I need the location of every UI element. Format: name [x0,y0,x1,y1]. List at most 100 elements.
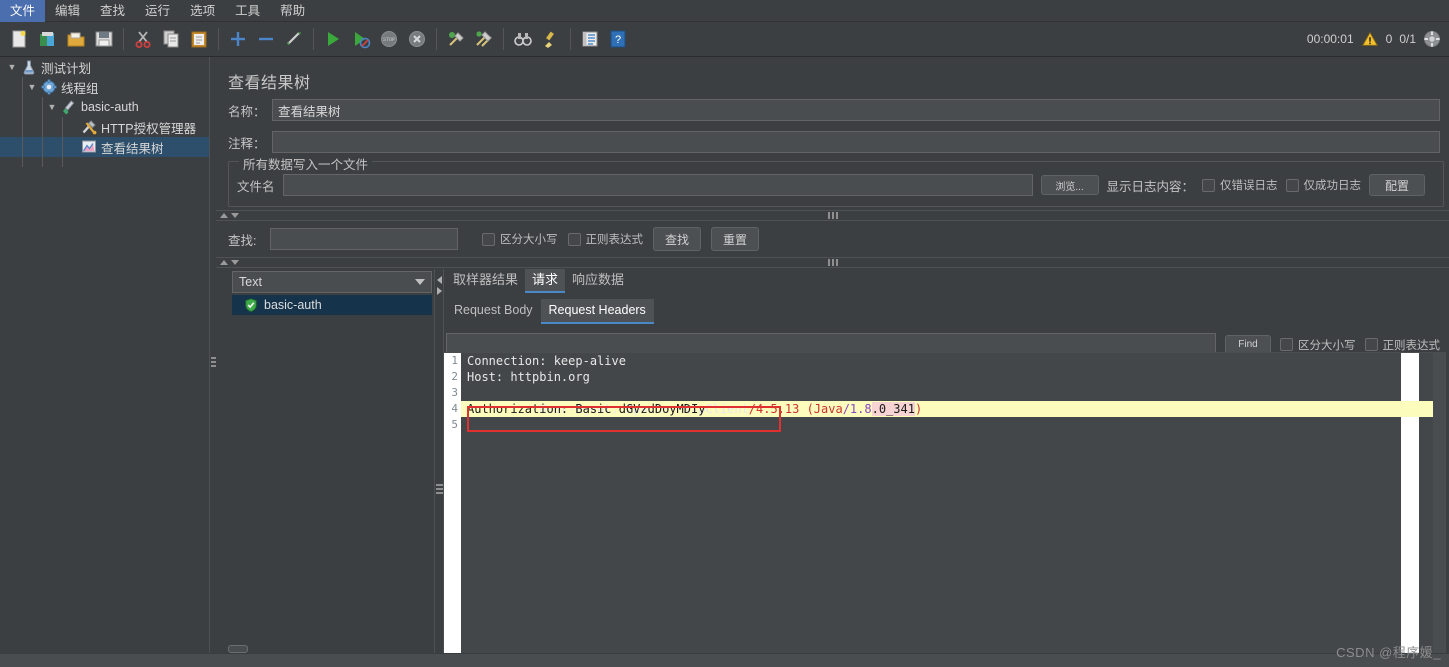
open-folder-icon[interactable] [63,26,89,52]
configure-button[interactable]: 配置 [1369,174,1426,196]
chevron-down-icon[interactable]: ▼ [4,57,20,77]
errors-only-checkbox[interactable]: 仅错误日志 [1202,177,1278,193]
save-icon[interactable] [91,26,117,52]
tree-guide-line [22,77,23,167]
chevron-right-icon[interactable] [436,286,442,295]
tree-node-basic-auth[interactable]: ▼ basic-auth [0,97,214,117]
comment-input[interactable] [272,131,1440,153]
name-input[interactable] [272,99,1440,121]
menu-item-edit[interactable]: 编辑 [45,0,90,22]
reset-search-icon[interactable] [538,26,564,52]
split-arrows[interactable] [220,260,239,265]
filename-input[interactable] [282,174,1033,196]
collapse-down-icon[interactable] [231,260,239,265]
thread-group-icon [40,78,58,96]
collapse-up-icon[interactable] [220,213,228,218]
warning-triangle-icon[interactable] [1361,30,1379,48]
shutdown-icon[interactable] [404,26,430,52]
chevron-down-icon[interactable] [415,279,425,285]
tree-node-thread-group[interactable]: ▼ 线程组 [0,77,214,97]
toggle-icon[interactable] [281,26,307,52]
help-icon[interactable]: ? [605,26,631,52]
tree-guide-line [62,117,63,167]
tab-response-data[interactable]: 响应数据 [565,269,631,293]
menu-item-file[interactable]: 文件 [0,0,46,22]
split-bar-lower[interactable] [216,257,1449,268]
collapse-down-icon[interactable] [231,213,239,218]
checkbox-box[interactable] [1364,338,1378,351]
toolbar: STOP ? 00:00:01 0 0/1 [0,22,1449,57]
tree-node-http-auth-manager[interactable]: HTTP授权管理器 [0,117,214,137]
templates-icon[interactable] [35,26,61,52]
comment-label: 注释： [228,136,266,151]
search-reset-button[interactable]: 重置 [711,227,759,251]
clear-all-icon[interactable] [471,26,497,52]
success-only-checkbox[interactable]: 仅成功日志 [1285,177,1361,193]
split-arrows[interactable] [220,213,239,218]
split-bar-upper[interactable] [216,210,1449,221]
clear-icon[interactable] [443,26,469,52]
tree-node-label: 测试计划 [41,61,92,76]
cut-scissors-icon[interactable] [130,26,156,52]
toolbar-separator [218,28,219,50]
start-no-timers-icon[interactable] [348,26,374,52]
search-case-sensitive-checkbox[interactable]: 区分大小写 [482,231,558,247]
collapse-minus-icon[interactable] [253,26,279,52]
search-find-button[interactable]: 查找 [653,227,701,251]
test-plan-icon [20,58,38,76]
code-vertical-scrollbar[interactable] [1433,353,1445,667]
expand-plus-icon[interactable] [225,26,251,52]
chevron-down-icon[interactable]: ▼ [44,97,60,117]
request-subtabs: Request Body Request Headers [446,299,1446,324]
copy-icon[interactable] [158,26,184,52]
paste-clipboard-icon[interactable] [186,26,212,52]
view-results-tree-icon [80,138,98,156]
view-results-tree-panel: 查看结果树 名称： 注释： 所有数据写入一个文件 文件名 浏览... 显示日志内… [216,57,1449,667]
search-input[interactable] [270,228,458,250]
subtab-request-body[interactable]: Request Body [446,299,541,324]
auth-manager-icon [80,118,98,136]
checkbox-box[interactable] [1280,338,1293,351]
menu-item-options[interactable]: 选项 [180,0,225,22]
renderer-combo[interactable]: Text [232,271,432,293]
checkbox-box[interactable] [482,232,495,246]
subtab-request-headers[interactable]: Request Headers [540,299,654,324]
ua-space [799,402,806,416]
menu-item-help[interactable]: 帮助 [270,0,315,22]
results-renderer-column: Text basic-auth [232,271,432,315]
results-detail-column: 取样器结果 请求 响应数据 Request Body Request Heade… [446,269,1446,356]
code-regex-label: 正则表达式 [1382,339,1441,352]
menu-item-tools[interactable]: 工具 [225,0,270,22]
stop-icon[interactable]: STOP [376,26,402,52]
checkbox-box[interactable] [567,232,581,246]
svg-text:?: ? [615,34,621,46]
tree-node-view-results-tree[interactable]: 查看结果树 [0,137,214,157]
tree-node-test-plan[interactable]: ▼ 测试计划 [0,57,214,77]
tab-sampler-result[interactable]: 取样器结果 [446,269,525,293]
chevron-down-icon[interactable]: ▼ [24,77,40,97]
code-case-sensitive-checkbox[interactable]: 区分大小写 [1280,337,1356,353]
expand-threads-icon[interactable] [1423,30,1441,48]
result-list-item[interactable]: basic-auth [232,295,432,315]
bottom-scroll-thumb[interactable] [228,645,248,653]
new-file-icon[interactable] [7,26,33,52]
checkbox-box[interactable] [1202,178,1216,192]
checkbox-box[interactable] [1285,178,1299,192]
http-request-icon [60,98,78,116]
search-regex-checkbox[interactable]: 正则表达式 [567,231,643,247]
test-plan-tree[interactable]: ▼ 测试计划 ▼ 线程组 ▼ basic-auth HTTP授权管理器 查看结果… [0,57,215,667]
request-headers-code-viewer[interactable]: 1 2 3 4 5 Connection: keep-alive Host: h… [443,352,1446,667]
chevron-left-icon[interactable] [436,275,442,284]
search-binoculars-icon[interactable] [510,26,536,52]
browse-button[interactable]: 浏览... [1040,175,1099,195]
menu-item-search[interactable]: 查找 [90,0,135,22]
results-splitter-arrows[interactable] [434,271,444,299]
start-play-icon[interactable] [320,26,346,52]
code-regex-checkbox[interactable]: 正则表达式 [1364,337,1441,353]
menu-item-run[interactable]: 运行 [135,0,180,22]
tab-request[interactable]: 请求 [525,269,566,293]
code-text-area[interactable]: Connection: keep-alive Host: httpbin.org… [461,353,1445,667]
collapse-up-icon[interactable] [220,260,228,265]
function-helper-icon[interactable] [577,26,603,52]
